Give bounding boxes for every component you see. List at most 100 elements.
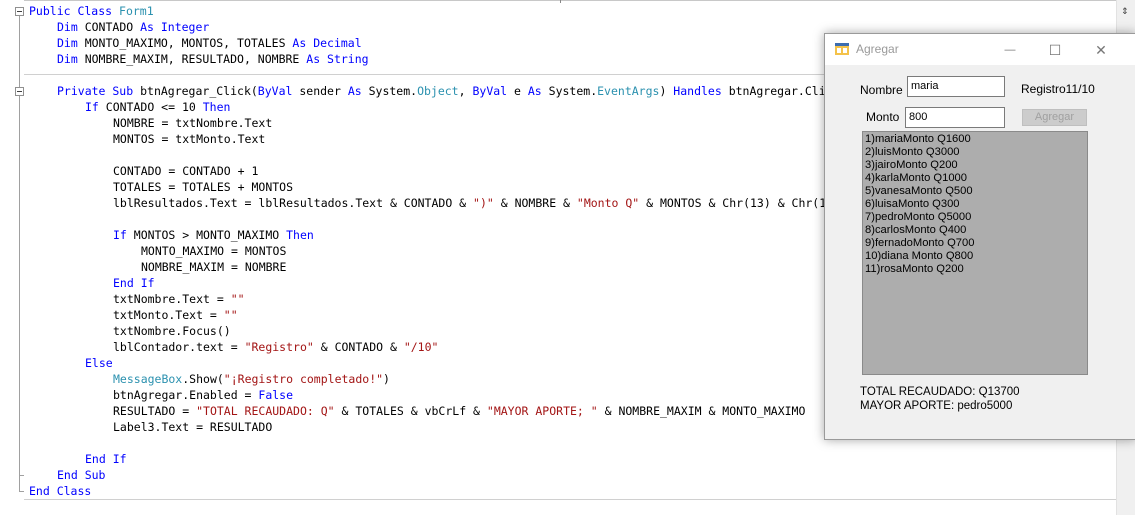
result-line: 10)diana Monto Q800 <box>865 250 974 262</box>
code-line[interactable]: If CONTADO <= 10 Then <box>29 99 840 115</box>
mayor-line: MAYOR APORTE: pedro5000 <box>860 400 1013 412</box>
code-token: As <box>347 84 369 98</box>
result-line: 2)luisMonto Q3000 <box>865 146 960 158</box>
code-line[interactable]: End Class <box>29 483 840 499</box>
results-label: 1)mariaMonto Q1600 2)luisMonto Q3000 3)jai… <box>862 131 1088 375</box>
minimize-button[interactable]: — <box>990 38 1030 62</box>
code-token: Else <box>85 356 113 370</box>
code-line[interactable] <box>29 435 840 451</box>
code-token: End If <box>113 276 155 290</box>
code-line[interactable]: RESULTADO = "TOTAL RECAUDADO: Q" & TOTAL… <box>29 403 840 419</box>
code-token: "¡Registro completado!" <box>223 372 384 386</box>
code-token: NOMBRE = txtNombre.Text <box>113 116 273 130</box>
code-token: btnAgregar_Click( <box>140 84 258 98</box>
agregar-form-window[interactable]: Agregar — ☐ ✕ Nombre maria Registro11/10… <box>824 33 1135 440</box>
code-token: CONTADO = CONTADO + 1 <box>113 164 259 178</box>
code-token: NOMBRE_MAXIM, RESULTADO, NOMBRE <box>84 52 307 66</box>
code-line[interactable]: Else <box>29 355 840 371</box>
result-line: 5)vanesaMonto Q500 <box>865 185 973 197</box>
total-line: TOTAL RECAUDADO: Q13700 <box>860 386 1020 398</box>
monto-label: Monto <box>866 110 900 124</box>
collapse-class-icon[interactable] <box>15 7 24 16</box>
code-line[interactable]: btnAgregar.Enabled = False <box>29 387 840 403</box>
code-token: If <box>113 228 134 242</box>
code-token: Object <box>417 84 459 98</box>
code-token: "TOTAL RECAUDADO: Q" <box>196 404 335 418</box>
code-token: "" <box>223 308 238 322</box>
titlebar[interactable]: Agregar — ☐ ✕ <box>825 34 1135 65</box>
summary-label: TOTAL RECAUDADO: Q13700 MAYOR APORTE: pe… <box>860 385 1020 413</box>
code-line[interactable]: Dim NOMBRE_MAXIM, RESULTADO, NOMBRE As S… <box>29 51 840 67</box>
close-button[interactable]: ✕ <box>1081 38 1121 62</box>
code-token: lblContador.text = <box>113 340 245 354</box>
code-token: End Sub <box>57 468 106 482</box>
code-token: End Class <box>29 484 92 498</box>
nombre-label: Nombre <box>860 83 903 97</box>
code-token: txtNombre.Focus() <box>113 324 231 338</box>
code-token: "" <box>230 292 245 306</box>
code-line[interactable]: Public Class Form1 <box>29 3 840 19</box>
code-line[interactable]: End If <box>29 275 840 291</box>
code-token: MONTO_MAXIMO = MONTOS <box>141 244 287 258</box>
code-line[interactable]: txtNombre.Focus() <box>29 323 840 339</box>
code-token: Dim <box>57 52 85 66</box>
code-token: ")" <box>473 196 494 210</box>
code-token: System. <box>548 84 598 98</box>
split-window-icon[interactable]: ⇕ <box>1118 4 1132 17</box>
code-token: txtNombre.Text = <box>113 292 231 306</box>
code-line[interactable]: MONTOS = txtMonto.Text <box>29 131 840 147</box>
code-token: sender <box>299 84 348 98</box>
result-line: 11)rosaMonto Q200 <box>865 263 964 275</box>
result-line: 7)pedroMonto Q5000 <box>865 211 972 223</box>
code-token: If <box>85 100 106 114</box>
code-line[interactable]: txtNombre.Text = "" <box>29 291 840 307</box>
result-line: 8)carlosMonto Q400 <box>865 224 967 236</box>
result-line: 3)jairoMonto Q200 <box>865 159 958 171</box>
code-token: MessageBox <box>113 372 183 386</box>
code-line[interactable]: txtMonto.Text = "" <box>29 307 840 323</box>
code-token: Then <box>286 228 314 242</box>
code-line[interactable]: NOMBRE = txtNombre.Text <box>29 115 840 131</box>
code-token: "Registro" <box>244 340 314 354</box>
outline-cap-sub <box>19 475 24 476</box>
code-line[interactable] <box>29 67 840 83</box>
result-line: 1)mariaMonto Q1600 <box>865 133 971 145</box>
code-line[interactable]: NOMBRE_MAXIM = NOMBRE <box>29 259 840 275</box>
outline-cap-class <box>19 491 24 492</box>
code-token: ByVal <box>257 84 300 98</box>
code-line[interactable]: Dim CONTADO As Integer <box>29 19 840 35</box>
code-line[interactable]: Dim MONTO_MAXIMO, MONTOS, TOTALES As Dec… <box>29 35 840 51</box>
code-token: As Decimal <box>292 36 362 50</box>
code-line[interactable]: End If <box>29 451 840 467</box>
code-line[interactable]: Private Sub btnAgregar_Click(ByVal sende… <box>29 83 840 99</box>
monto-textbox[interactable]: 800 <box>905 107 1005 128</box>
code-token: & TOTALES & vbCrLf & <box>334 404 487 418</box>
collapse-sub-icon[interactable] <box>15 87 24 96</box>
code-token: MONTOS > MONTO_MAXIMO <box>133 228 287 242</box>
code-token: ) <box>383 372 390 386</box>
code-line[interactable]: End Sub <box>29 467 840 483</box>
code-line[interactable]: lblResultados.Text = lblResultados.Text … <box>29 195 840 211</box>
code-token: Private Sub <box>57 84 141 98</box>
code-line[interactable]: Label3.Text = RESULTADO <box>29 419 840 435</box>
code-token: Handles <box>673 84 729 98</box>
code-line[interactable]: TOTALES = TOTALES + MONTOS <box>29 179 840 195</box>
code-lines[interactable]: Public Class Form1 Dim CONTADO As Integer… <box>29 3 840 499</box>
code-line[interactable]: MessageBox.Show("¡Registro completado!") <box>29 371 840 387</box>
code-line[interactable]: If MONTOS > MONTO_MAXIMO Then <box>29 227 840 243</box>
agregar-button[interactable]: Agregar <box>1022 109 1087 126</box>
code-token: btnAgregar.Enabled = <box>113 388 259 402</box>
nombre-textbox[interactable]: maria <box>907 76 1005 97</box>
code-token: Dim <box>57 36 85 50</box>
code-token: Public Class <box>29 4 120 18</box>
code-token: "/10" <box>403 340 439 354</box>
code-token: , <box>458 84 473 98</box>
code-line[interactable] <box>29 211 840 227</box>
code-line[interactable]: CONTADO = CONTADO + 1 <box>29 163 840 179</box>
code-line[interactable]: MONTO_MAXIMO = MONTOS <box>29 243 840 259</box>
app-icon <box>835 43 849 55</box>
code-token: NOMBRE_MAXIM = NOMBRE <box>141 260 287 274</box>
maximize-button[interactable]: ☐ <box>1035 38 1075 62</box>
code-line[interactable]: lblContador.text = "Registro" & CONTADO … <box>29 339 840 355</box>
code-line[interactable] <box>29 147 840 163</box>
